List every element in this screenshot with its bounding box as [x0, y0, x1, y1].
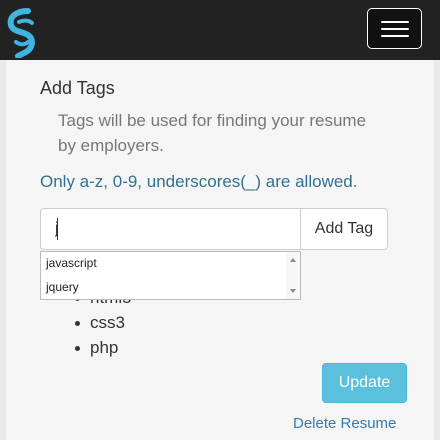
- logo-icon[interactable]: [6, 8, 40, 58]
- update-button[interactable]: Update: [322, 363, 407, 403]
- section-heading: Add Tags: [40, 78, 115, 98]
- text-caret: [57, 218, 58, 240]
- tag-item: php: [75, 335, 132, 360]
- hamburger-menu-icon: [381, 21, 409, 23]
- navbar: [0, 0, 440, 60]
- delete-resume-link[interactable]: Delete Resume: [293, 415, 396, 432]
- scroll-down-arrow-icon[interactable]: [290, 289, 296, 293]
- autocomplete-dropdown[interactable]: javascript jquery: [40, 251, 301, 300]
- scroll-up-arrow-icon[interactable]: [290, 258, 296, 262]
- tag-item: css3: [75, 310, 132, 335]
- dropdown-scrollbar[interactable]: [286, 252, 300, 299]
- autocomplete-option[interactable]: javascript: [46, 256, 97, 270]
- autocomplete-option[interactable]: jquery: [46, 280, 79, 294]
- add-tag-button[interactable]: Add Tag: [300, 208, 388, 250]
- help-text: Tags will be used for finding your resum…: [58, 111, 367, 155]
- allowed-characters-warning: Only a-z, 0-9, underscores(_) are allowe…: [40, 172, 358, 191]
- tag-input[interactable]: [40, 208, 302, 250]
- menu-toggle-button[interactable]: [367, 8, 422, 49]
